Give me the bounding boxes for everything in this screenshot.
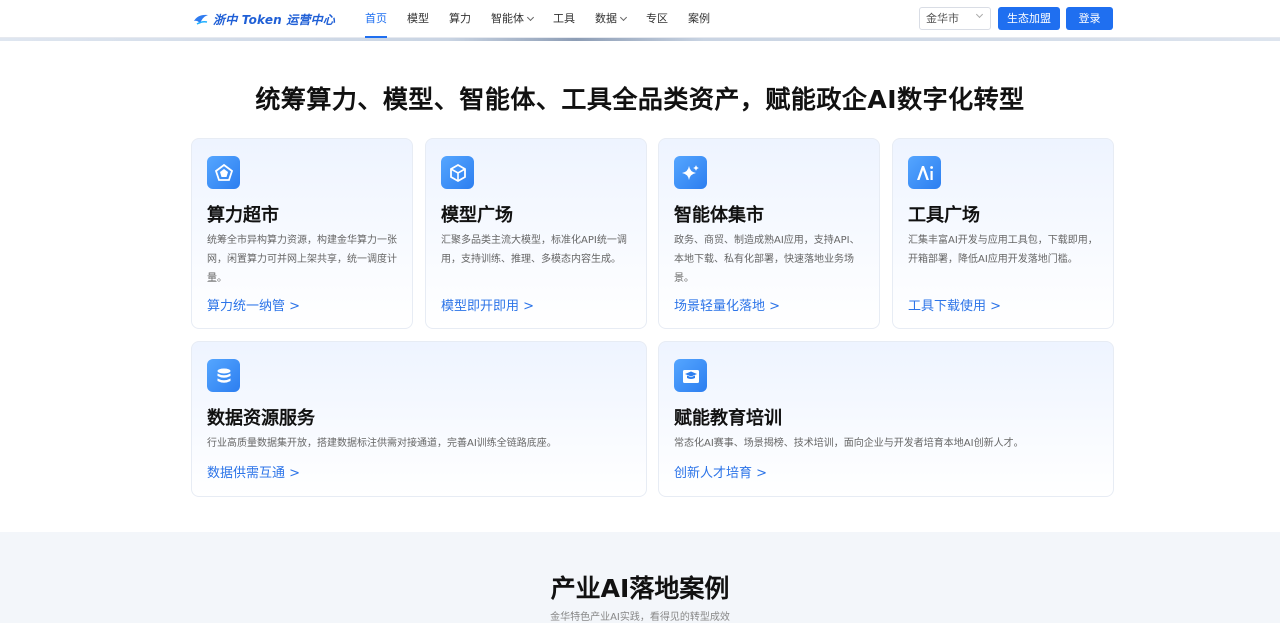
card-description: 汇聚多品类主流大模型，标准化API统一调用，支持训练、推理、多模态内容生成。: [441, 235, 627, 265]
cases-section-subtitle: 金华特色产业AI实践，看得见的转型成效: [550, 612, 730, 623]
nav-item-compute[interactable]: 算力: [449, 0, 471, 38]
card-tool-plaza[interactable]: 工具广场 汇集丰富AI开发与应用工具包，下载即用，开箱部署，降低AI应用开发落地…: [892, 138, 1114, 329]
nav-item-agents[interactable]: 智能体: [491, 0, 535, 38]
hero-banner-edge: [0, 38, 1280, 41]
site-logo[interactable]: 浙中 Token 运营中心: [193, 10, 335, 28]
city-select[interactable]: 金华市: [919, 7, 991, 30]
nav-item-data[interactable]: 数据: [595, 0, 628, 38]
card-link[interactable]: 创新人才培育 >: [674, 462, 767, 481]
join-ecosystem-button[interactable]: 生态加盟: [998, 7, 1060, 30]
card-link[interactable]: 工具下载使用 >: [908, 295, 1001, 314]
card-description: 行业高质量数据集开放，搭建数据标注供需对接通道，完善AI训练全链路底座。: [207, 438, 557, 449]
nav-item-label: 智能体: [491, 12, 524, 25]
card-description: 常态化AI赛事、场景揭榜、技术培训，面向企业与开发者培育本地AI创新人才。: [674, 438, 1024, 449]
nav-item-label: 案例: [688, 12, 710, 25]
pentagon-icon: [207, 156, 240, 189]
card-title: 模型广场: [441, 205, 513, 226]
nav-item-tools[interactable]: 工具: [553, 0, 575, 38]
card-link[interactable]: 算力统一纳管 >: [207, 295, 300, 314]
card-agent-market[interactable]: 智能体集市 政务、商贸、制造成熟AI应用，支持API、本地下载、私有化部署，快速…: [658, 138, 880, 329]
card-education-training[interactable]: 赋能教育培训 常态化AI赛事、场景揭榜、技术培训，面向企业与开发者培育本地AI创…: [658, 341, 1114, 497]
card-description: 统筹全市异构算力资源，构建金华算力一张网，闲置算力可并网上架共享，统一调度计量。: [207, 235, 397, 284]
nav-item-zone[interactable]: 专区: [646, 0, 668, 38]
nav-item-models[interactable]: 模型: [407, 0, 429, 38]
nav-item-label: 算力: [449, 12, 471, 25]
graduation-cap-icon: [674, 359, 707, 392]
card-title: 工具广场: [908, 205, 980, 226]
logo-text: 浙中 Token 运营中心: [213, 12, 336, 27]
nav-item-label: 模型: [407, 12, 429, 25]
chevron-down-icon: [619, 13, 628, 22]
card-description: 政务、商贸、制造成熟AI应用，支持API、本地下载、私有化部署，快速落地业务场景…: [674, 235, 860, 284]
card-model-plaza[interactable]: 模型广场 汇聚多品类主流大模型，标准化API统一调用，支持训练、推理、多模态内容…: [425, 138, 647, 329]
card-description: 汇集丰富AI开发与应用工具包，下载即用，开箱部署，降低AI应用开发落地门槛。: [908, 235, 1098, 265]
nav-item-home[interactable]: 首页: [365, 0, 387, 38]
nav-item-label: 数据: [595, 12, 617, 25]
card-compute-market[interactable]: 算力超市 统筹全市异构算力资源，构建金华算力一张网，闲置算力可并网上架共享，统一…: [191, 138, 413, 329]
nav-item-label: 工具: [553, 12, 575, 25]
card-link[interactable]: 模型即开即用 >: [441, 295, 534, 314]
card-title: 赋能教育培训: [674, 408, 782, 429]
nav-item-cases[interactable]: 案例: [688, 0, 710, 38]
card-link[interactable]: 场景轻量化落地 >: [674, 295, 780, 314]
database-icon: [207, 359, 240, 392]
login-button[interactable]: 登录: [1066, 7, 1113, 30]
card-title: 数据资源服务: [207, 408, 315, 429]
city-select-value: 金华市: [926, 12, 959, 25]
sparkle-icon: [674, 156, 707, 189]
main-nav: 首页 模型 算力 智能体 工具 数据 专区 案例: [365, 0, 730, 38]
chevron-down-icon: [975, 10, 984, 19]
card-link[interactable]: 数据供需互通 >: [207, 462, 300, 481]
cube-icon: [441, 156, 474, 189]
card-title: 算力超市: [207, 205, 279, 226]
cases-section-title: 产业AI落地案例: [550, 574, 730, 603]
nav-item-label: 专区: [646, 12, 668, 25]
card-title: 智能体集市: [674, 205, 764, 226]
top-navbar: 浙中 Token 运营中心 首页 模型 算力 智能体 工具 数据 专区 案例 金…: [0, 0, 1280, 38]
section-title: 统筹算力、模型、智能体、工具全品类资产，赋能政企AI数字化转型: [255, 85, 1025, 114]
ai-icon: [908, 156, 941, 189]
card-data-services[interactable]: 数据资源服务 行业高质量数据集开放，搭建数据标注供需对接通道，完善AI训练全链路…: [191, 341, 647, 497]
chevron-down-icon: [526, 13, 535, 22]
nav-item-label: 首页: [365, 12, 387, 25]
logo-icon: [194, 14, 208, 25]
